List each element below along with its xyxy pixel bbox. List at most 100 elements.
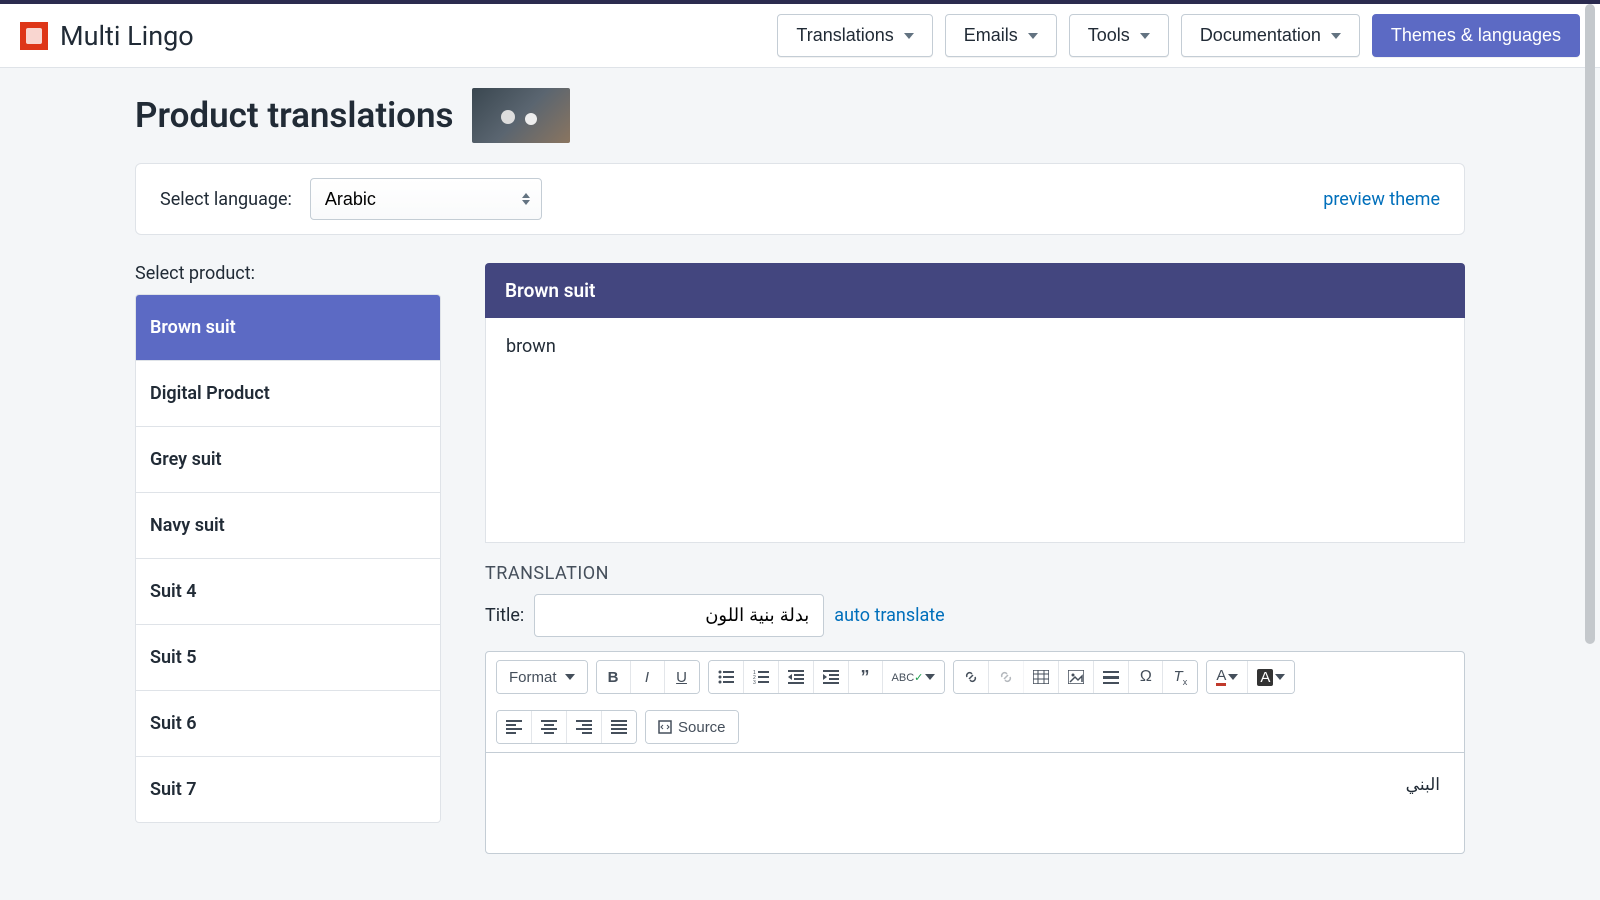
product-item[interactable]: Navy suit (136, 493, 440, 559)
editor-toolbar: Format B I U 123 (486, 652, 1464, 753)
caret-down-icon (1140, 33, 1150, 39)
editor-body[interactable]: البني (486, 753, 1464, 853)
bg-color-button[interactable]: A (1248, 661, 1294, 693)
indent-icon (823, 670, 839, 684)
clear-format-icon: Tx (1174, 668, 1188, 687)
bullet-list-button[interactable] (709, 661, 744, 693)
align-justify-button[interactable] (602, 711, 636, 743)
spellcheck-button[interactable]: ABC✓ (883, 661, 945, 693)
translation-section-label: TRANSLATION (485, 563, 1465, 584)
link-icon (963, 669, 979, 685)
preview-theme-link[interactable]: preview theme (1323, 189, 1440, 210)
page-title: Product translations (135, 95, 454, 136)
unlink-button[interactable] (989, 661, 1024, 693)
select-product-label: Select product: (135, 263, 441, 284)
nav-themes-languages[interactable]: Themes & languages (1372, 14, 1580, 57)
scrollbar-thumb[interactable] (1585, 4, 1595, 644)
quote-icon: ” (861, 667, 870, 688)
product-sidebar: Select product: Brown suitDigital Produc… (135, 263, 441, 854)
translation-title-label: Title: (485, 605, 524, 626)
numbered-list-button[interactable]: 123 (744, 661, 779, 693)
clear-format-button[interactable]: Tx (1163, 661, 1197, 693)
product-thumbnail (472, 88, 570, 143)
toolbar-group-lists: 123 ” ABC✓ (708, 660, 946, 694)
brand-name: Multi Lingo (60, 20, 194, 52)
nav-documentation-label: Documentation (1200, 25, 1321, 46)
source-button[interactable]: Source (646, 711, 738, 743)
nav-tools[interactable]: Tools (1069, 14, 1169, 57)
align-center-button[interactable] (532, 711, 567, 743)
brand: Multi Lingo (20, 20, 194, 52)
outdent-button[interactable] (779, 661, 814, 693)
bullet-list-icon (718, 670, 734, 684)
language-bar-left: Select language: Arabic (160, 178, 542, 220)
app-header: Multi Lingo Translations Emails Tools Do… (0, 4, 1600, 68)
align-right-button[interactable] (567, 711, 602, 743)
select-language-label: Select language: (160, 189, 292, 210)
source-button-label: Source (678, 719, 726, 736)
text-color-button[interactable]: A (1207, 661, 1248, 693)
spellcheck-icon: ABC✓ (892, 671, 924, 684)
special-char-button[interactable]: Ω (1129, 661, 1163, 693)
unlink-icon (998, 669, 1014, 685)
nav-emails[interactable]: Emails (945, 14, 1057, 57)
horizontal-rule-button[interactable] (1094, 661, 1129, 693)
format-dropdown[interactable]: Format (497, 661, 587, 693)
toolbar-group-align (496, 710, 637, 744)
brand-icon (20, 22, 48, 50)
caret-down-icon (1028, 33, 1038, 39)
vertical-scrollbar[interactable] (1582, 4, 1598, 900)
nav-themes-label: Themes & languages (1391, 25, 1561, 46)
bold-icon: B (608, 669, 619, 686)
underline-button[interactable]: U (665, 661, 699, 693)
omega-icon: Ω (1140, 668, 1152, 686)
product-list: Brown suitDigital ProductGrey suitNavy s… (135, 294, 441, 823)
toolbar-group-color: A A (1206, 660, 1295, 694)
product-item[interactable]: Suit 4 (136, 559, 440, 625)
toolbar-group-source: Source (645, 710, 739, 744)
indent-button[interactable] (814, 661, 849, 693)
source-icon (658, 720, 672, 734)
product-item[interactable]: Brown suit (136, 295, 440, 361)
product-item[interactable]: Suit 5 (136, 625, 440, 691)
translation-title-row: Title: auto translate (485, 594, 1465, 637)
source-body: brown (485, 318, 1465, 543)
link-button[interactable] (954, 661, 989, 693)
translation-title-input[interactable] (534, 594, 824, 637)
format-dropdown-label: Format (509, 669, 557, 686)
image-button[interactable] (1059, 661, 1094, 693)
outdent-icon (788, 670, 804, 684)
product-item[interactable]: Digital Product (136, 361, 440, 427)
image-icon (1068, 670, 1084, 684)
product-item[interactable]: Grey suit (136, 427, 440, 493)
language-select-wrap: Arabic (310, 178, 542, 220)
nav-emails-label: Emails (964, 25, 1018, 46)
content-columns: Select product: Brown suitDigital Produc… (135, 263, 1465, 854)
caret-down-icon (1331, 33, 1341, 39)
text-color-icon: A (1216, 668, 1226, 686)
nav-documentation[interactable]: Documentation (1181, 14, 1360, 57)
align-left-button[interactable] (497, 711, 532, 743)
italic-button[interactable]: I (631, 661, 665, 693)
nav-tools-label: Tools (1088, 25, 1130, 46)
nav-translations[interactable]: Translations (777, 14, 932, 57)
caret-down-icon (904, 33, 914, 39)
caret-down-icon (1228, 674, 1238, 680)
page-body: Product translations Select language: Ar… (0, 68, 1600, 854)
auto-translate-link[interactable]: auto translate (834, 605, 944, 626)
toolbar-group-insert: Ω Tx (953, 660, 1198, 694)
language-select[interactable]: Arabic (310, 178, 542, 220)
product-item[interactable]: Suit 7 (136, 757, 440, 822)
numbered-list-icon: 123 (753, 670, 769, 684)
underline-icon: U (676, 669, 687, 686)
bg-color-icon: A (1257, 669, 1273, 686)
svg-text:3: 3 (753, 680, 756, 684)
table-icon (1033, 670, 1049, 684)
table-button[interactable] (1024, 661, 1059, 693)
toolbar-group-text-style: B I U (596, 660, 700, 694)
bold-button[interactable]: B (597, 661, 631, 693)
product-item[interactable]: Suit 6 (136, 691, 440, 757)
language-bar: Select language: Arabic preview theme (135, 163, 1465, 235)
rich-text-editor: Format B I U 123 (485, 651, 1465, 854)
blockquote-button[interactable]: ” (849, 661, 883, 693)
